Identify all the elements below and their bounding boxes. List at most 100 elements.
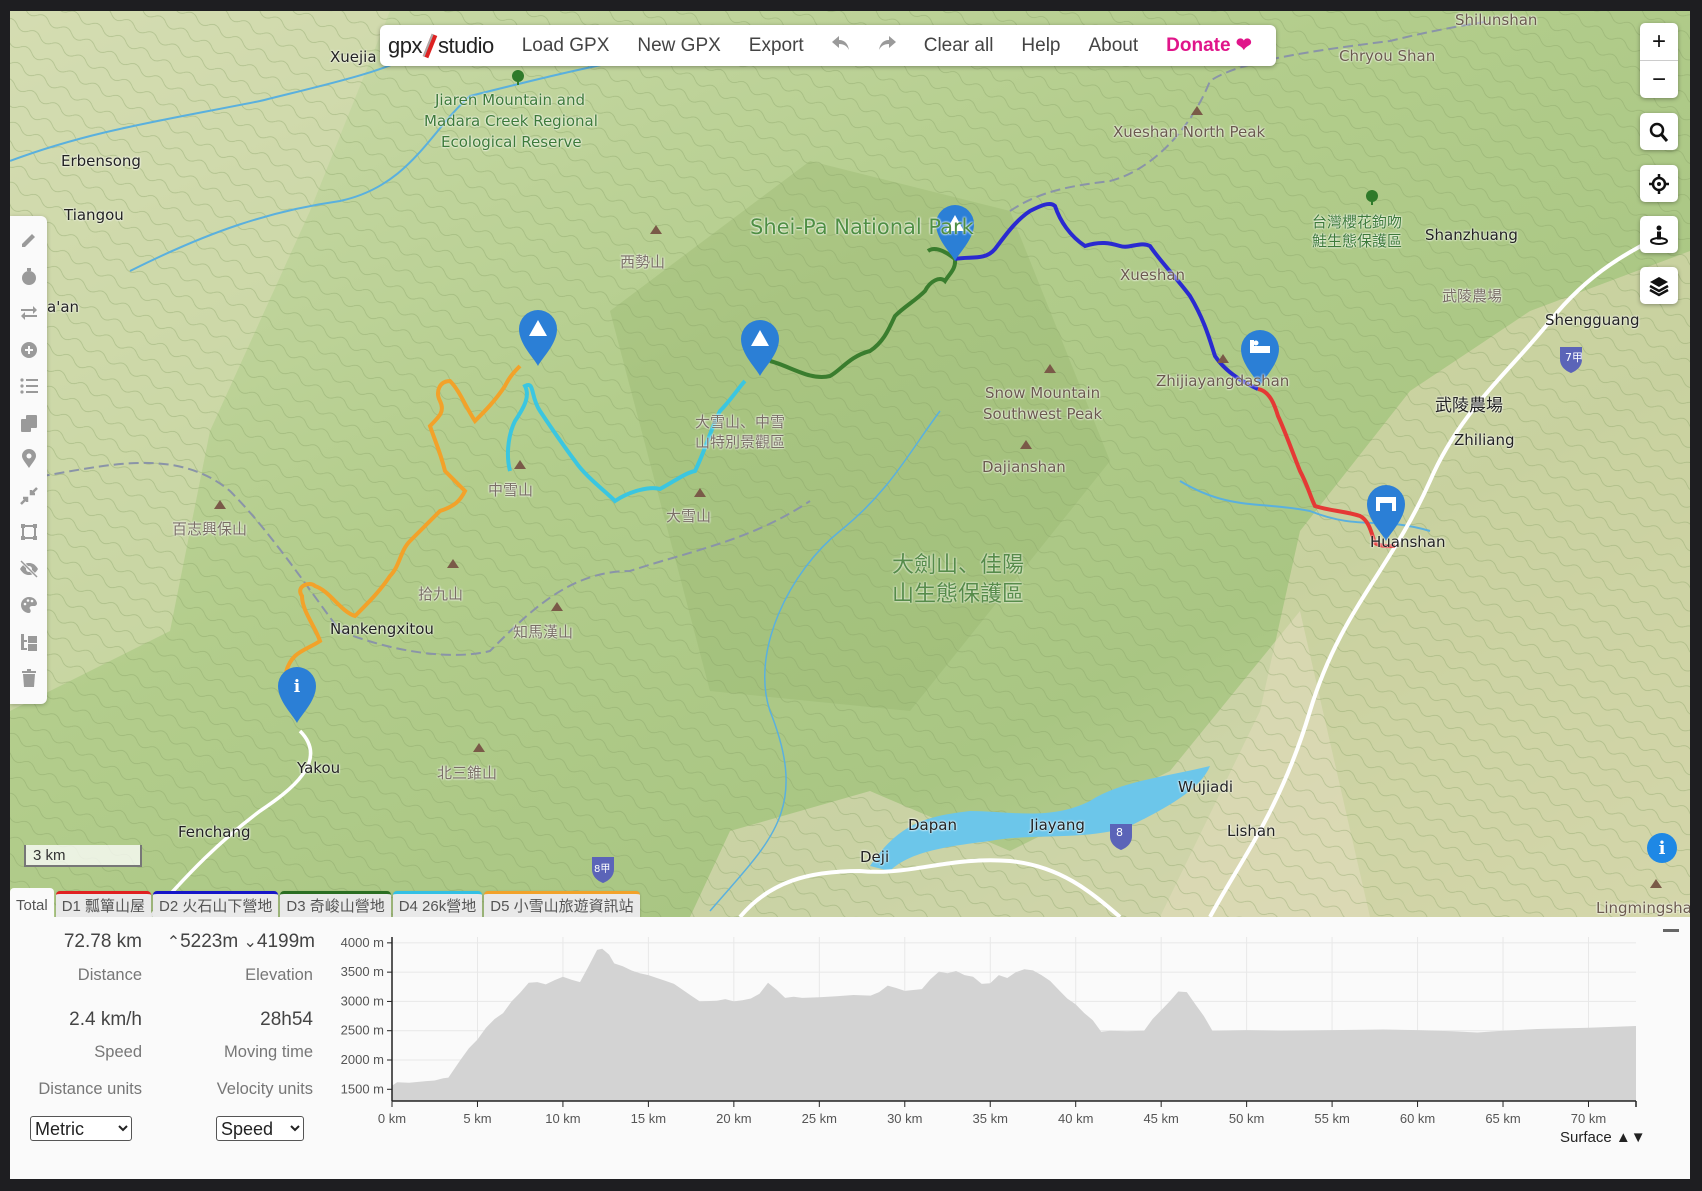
map-label: a'an: [47, 298, 80, 316]
donate-button[interactable]: Donate ❤: [1152, 34, 1266, 57]
x-tick-label: 0 km: [378, 1111, 406, 1126]
top-menu-bar: gpx studio Load GPX New GPX Export Clear …: [380, 25, 1276, 66]
map-label: 大雪山、中雪: [695, 413, 786, 431]
tool-delete[interactable]: [14, 660, 44, 697]
tool-hide[interactable]: [14, 551, 44, 588]
surface-toggle[interactable]: Surface ▲▼: [1560, 1129, 1646, 1146]
map-label: Jiaren Mountain and: [435, 91, 585, 109]
map-label: Wujiadi: [1178, 778, 1234, 796]
map-view[interactable]: i Xuejia Jiaren Mountain and Madara Cree…: [10, 11, 1690, 917]
tool-reduce[interactable]: [14, 478, 44, 515]
logo-slash-icon: [422, 33, 438, 58]
tab-d1[interactable]: D1 瓢簞山屋: [55, 891, 152, 917]
tool-crop[interactable]: [14, 514, 44, 551]
map-label: Jiayang: [1030, 816, 1085, 834]
map-label: Huanshan: [1370, 533, 1446, 551]
map-label: 台灣櫻花鉤吻: [1312, 213, 1403, 231]
map-label: 西勢山: [620, 253, 666, 271]
undo-icon[interactable]: [818, 34, 864, 58]
stats-panel: 72.78 km ⌃5223m ⌄4199m Distance Elevatio…: [10, 917, 1690, 1179]
help-button[interactable]: Help: [1007, 35, 1074, 57]
map-label: Shilunshan: [1455, 11, 1538, 29]
street-view-button[interactable]: [1640, 216, 1678, 253]
layers-button[interactable]: [1640, 267, 1678, 304]
heart-icon: ❤: [1235, 35, 1252, 56]
map-label: Chryou Shan: [1339, 47, 1436, 65]
tool-time[interactable]: [14, 259, 44, 296]
tool-edit[interactable]: [14, 222, 44, 259]
map-label: 武陵農場: [1435, 396, 1503, 416]
map-label: 北三錐山: [437, 764, 498, 782]
y-tick-label: 2500 m: [341, 1023, 384, 1038]
sort-arrows-icon: ▲▼: [1615, 1129, 1646, 1146]
app-window: i Xuejia Jiaren Mountain and Madara Cree…: [10, 11, 1690, 1179]
tab-d3[interactable]: D3 奇峻山營地: [280, 891, 391, 917]
elevation-area: [392, 948, 1636, 1101]
map-label: Shengguang: [1545, 311, 1640, 329]
attribution-info-button[interactable]: i: [1647, 833, 1677, 863]
map-label: 中雪山: [488, 481, 534, 499]
list-icon: [19, 378, 38, 394]
tool-waypoint[interactable]: [14, 441, 44, 478]
crop-icon: [20, 524, 37, 541]
tool-duplicate[interactable]: [14, 405, 44, 442]
map-label: Dapan: [908, 816, 957, 834]
map-label: 大劍山、佳陽: [892, 553, 1025, 578]
load-gpx-button[interactable]: Load GPX: [508, 35, 624, 57]
tool-add[interactable]: [14, 332, 44, 369]
logo-text-gpx: gpx: [388, 32, 422, 58]
left-toolbar: [10, 216, 47, 704]
x-tick-label: 45 km: [1143, 1111, 1178, 1126]
zoom-control: + −: [1640, 23, 1678, 98]
map-label: 武陵農場: [1442, 287, 1503, 305]
route-shield-label: 8甲: [594, 864, 611, 875]
zoom-in-button[interactable]: +: [1640, 23, 1678, 60]
map-label: Southwest Peak: [983, 405, 1103, 423]
folder-tree-icon: [20, 633, 37, 651]
search-icon: [1649, 122, 1669, 142]
route-shield-label: 7甲: [1565, 351, 1583, 364]
map-label: Zhijiayangdashan: [1156, 372, 1290, 390]
svg-text:i: i: [294, 677, 301, 697]
redo-icon[interactable]: [864, 34, 910, 58]
map-label: 拾九山: [418, 585, 464, 603]
tab-d2[interactable]: D2 火石山下營地: [153, 891, 279, 917]
map-label: Tiangou: [64, 206, 124, 224]
x-tick-label: 65 km: [1485, 1111, 1520, 1126]
plus-circle-icon: [20, 341, 37, 358]
map-label: Shei-Pa National Park: [750, 215, 974, 239]
export-button[interactable]: Export: [735, 35, 818, 57]
tool-reverse[interactable]: [14, 295, 44, 332]
map-label: Shanzhuang: [1425, 226, 1518, 244]
map-label: Fenchang: [178, 823, 251, 841]
tab-d5[interactable]: D5 小雪山旅遊資訊站: [484, 891, 640, 917]
tool-style[interactable]: [14, 587, 44, 624]
x-tick-label: 35 km: [973, 1111, 1008, 1126]
map-label: 大雪山: [666, 507, 712, 525]
map-label: Snow Mountain: [985, 384, 1101, 402]
zoom-out-button[interactable]: −: [1640, 60, 1678, 98]
clear-all-button[interactable]: Clear all: [910, 35, 1008, 57]
tool-structure[interactable]: [14, 624, 44, 661]
elevation-chart[interactable]: 0 km 5 km 10 km 15 km 20 km 25 km 30 km 35 km 40…: [10, 917, 1690, 1179]
compress-icon: [19, 486, 38, 505]
search-button[interactable]: [1640, 113, 1678, 150]
map-label: 山生態保護區: [892, 582, 1025, 607]
map-label: 百志興保山: [172, 520, 248, 538]
palette-icon: [20, 597, 37, 614]
tab-total[interactable]: Total: [10, 888, 54, 917]
map-label: Nankengxitou: [330, 620, 434, 638]
new-gpx-button[interactable]: New GPX: [623, 35, 734, 57]
x-tick-label: 70 km: [1571, 1111, 1606, 1126]
locate-button[interactable]: [1640, 165, 1678, 202]
map-label: 知馬漢山: [513, 623, 574, 641]
map-label: Dajianshan: [982, 458, 1066, 476]
pencil-icon: [21, 234, 35, 248]
about-button[interactable]: About: [1075, 35, 1153, 57]
tool-list[interactable]: [14, 368, 44, 405]
tab-d4[interactable]: D4 26k營地: [392, 891, 483, 917]
track-tabs: Total D1 瓢簞山屋 D2 火石山下營地 D3 奇峻山營地 D4 26k營…: [10, 888, 642, 917]
crosshair-icon: [1649, 173, 1669, 194]
collapse-panel-button[interactable]: [1663, 929, 1679, 932]
map-terrain: i: [10, 11, 1690, 917]
